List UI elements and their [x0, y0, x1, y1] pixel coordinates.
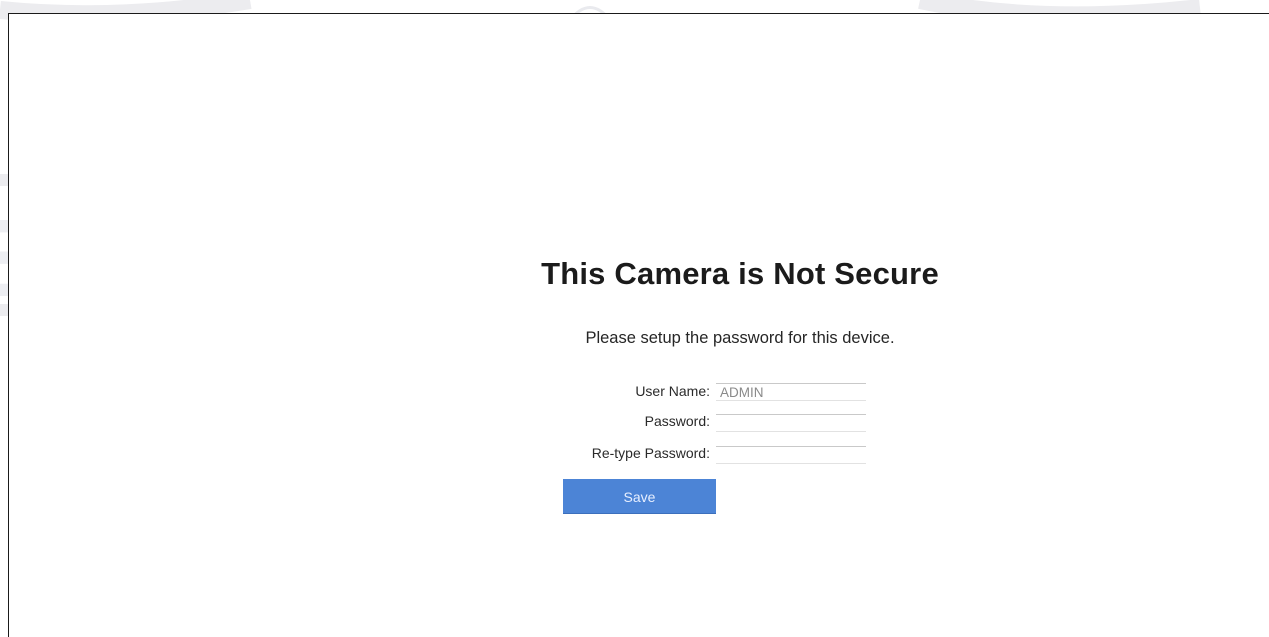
username-input[interactable]	[716, 383, 866, 401]
page-subtitle: Please setup the password for this devic…	[585, 329, 895, 347]
password-input[interactable]	[716, 414, 866, 432]
save-button[interactable]: Save	[563, 479, 716, 514]
retype-password-label: Re-type Password:	[591, 445, 710, 461]
page-title: This Camera is Not Secure	[541, 256, 939, 291]
username-label: User Name:	[635, 383, 710, 399]
retype-password-input[interactable]	[716, 446, 866, 464]
password-label: Password:	[644, 413, 710, 429]
setup-panel: This Camera is Not Secure Please setup t…	[0, 0, 1269, 637]
